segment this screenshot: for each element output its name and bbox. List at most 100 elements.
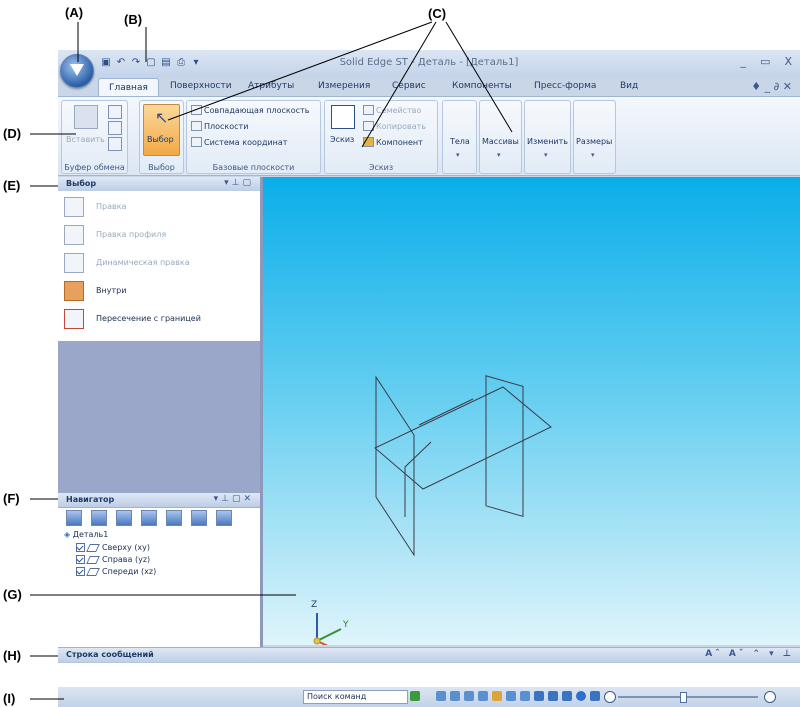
select-tools-list: Правка Правка профиля Динамическая правк… [58,191,260,341]
group-label-sketch: Эскиз [368,163,394,172]
panel-controls[interactable]: ▾⊥▢✕ [214,494,254,504]
plane-xz [485,375,524,518]
tab-components[interactable]: Компоненты [452,81,512,91]
zoom-in-icon[interactable] [764,691,776,703]
component-button[interactable]: Компонент [376,138,423,147]
ribbon-tabs: Главная Поверхности Атрибуты Измерения С… [58,78,800,97]
tab-view[interactable]: Вид [620,81,638,91]
view-orient-icon[interactable] [520,691,530,701]
wireframe-icon[interactable] [562,691,572,701]
copy-icon[interactable] [108,121,122,135]
callout-g: (G) [3,587,22,602]
tree-icon[interactable] [66,510,82,526]
properties-icon[interactable] [216,510,232,526]
fit-icon[interactable] [464,691,474,701]
layers-icon[interactable] [116,510,132,526]
rotate-icon[interactable] [492,691,502,701]
minimize-button[interactable]: _ [741,55,747,68]
sketch-button[interactable]: Эскиз [330,135,354,144]
tree-item-top-plane[interactable]: Сверху (xy) [76,543,150,552]
group-label-clipboard: Буфер обмена [64,163,125,172]
copy-sketch-button[interactable]: Копировать [376,122,426,131]
paste-button[interactable]: Вставить [66,135,105,144]
select-item-profile-edit[interactable]: Правка профиля [64,225,254,247]
zoom-slider[interactable] [618,692,758,703]
sketch-icon[interactable] [331,105,355,129]
coincident-plane-icon [191,105,202,115]
family-button[interactable]: Семейство [376,106,421,115]
panel-controls[interactable]: ▾⊥▢ [224,178,254,188]
coordinate-triad [313,613,342,645]
y-axis-icon [316,628,342,642]
close-button[interactable]: X [784,55,792,68]
dropdown-patterns[interactable]: Массивы ▾ [479,100,522,174]
callout-a: (A) [65,5,84,20]
graphics-window[interactable]: Z Y [263,177,800,645]
select-panel-title: Выбор [66,179,97,188]
tree-item-right-plane[interactable]: Справа (yz) [76,555,150,564]
cut-icon[interactable] [108,105,122,119]
chevron-down-icon: ▾ [456,151,460,159]
tab-home[interactable]: Главная [98,78,159,97]
triad-z-label: Z [311,600,317,610]
select-tools-panel: Выбор ▾⊥▢ Правка Правка профиля Динамиче… [58,177,263,493]
message-bar-controls[interactable]: Aˆ Aˇ ⌃ ▾ ⊥ [705,649,794,659]
viewport-canvas: Z Y [311,375,552,645]
checkbox-icon[interactable] [76,543,85,552]
format-painter-icon[interactable] [108,137,122,151]
library-icon[interactable] [141,510,157,526]
callout-e: (E) [3,178,21,193]
tab-tools[interactable]: Сервис [392,81,426,91]
part-icon: ◈ [64,530,71,539]
message-bar-title: Строка сообщений [66,650,154,659]
select-item-inside[interactable]: Внутри [64,281,254,303]
command-search-input[interactable]: Поиск команд [303,690,408,704]
sensors-icon[interactable] [191,510,207,526]
tree-root[interactable]: ◈ Деталь1 [64,530,108,539]
tab-surfaces[interactable]: Поверхности [170,81,232,91]
status-bar: Поиск команд [58,687,800,707]
paste-icon[interactable] [74,105,98,129]
tab-attributes[interactable]: Атрибуты [248,81,294,91]
features-icon[interactable] [91,510,107,526]
tab-mold[interactable]: Пресс-форма [534,81,596,91]
planes-button[interactable]: Плоскости [204,122,248,131]
window-controls: _ ▭ X [741,55,792,68]
select-item-dynamic-edit[interactable]: Динамическая правка [64,253,254,275]
spin-icon[interactable] [506,691,516,701]
select-item-label: Правка профиля [96,230,167,239]
zoom-icon[interactable] [450,691,460,701]
chevron-down-icon: ▾ [497,151,501,159]
visible-edges-icon[interactable] [548,691,558,701]
plane-edge [404,441,432,517]
checkbox-icon[interactable] [76,555,85,564]
chevron-down-icon: ▾ [591,151,595,159]
select-item-edit[interactable]: Правка [64,197,254,219]
dropdown-modify[interactable]: Изменить ▾ [524,100,571,174]
application-button[interactable] [60,54,94,88]
select-item-label: Правка [96,202,127,211]
coordinate-system-button[interactable]: Система координат [204,138,287,147]
zoom-slider-thumb[interactable] [680,692,687,703]
checkbox-icon[interactable] [76,567,85,576]
select-button[interactable]: ↖ Выбор [143,104,180,156]
go-icon[interactable] [410,691,420,701]
coincident-plane-button[interactable]: Совпадающая плоскость [204,106,309,115]
view-style-icon[interactable] [590,691,600,701]
ribbon-window-controls[interactable]: ♦ _ ∂ ✕ [751,80,792,93]
sphere-icon[interactable] [576,691,586,701]
tab-measure[interactable]: Измерения [318,81,370,91]
tree-item-front-plane[interactable]: Спереди (xz) [76,567,156,576]
dropdown-dimensions[interactable]: Размеры ▾ [573,100,616,174]
select-item-overlap[interactable]: Пересечение с границей [64,309,254,331]
maximize-button[interactable]: ▭ [760,55,770,68]
triad-y-label: Y [342,620,349,630]
callout-h: (H) [3,648,22,663]
planes-icon [191,121,202,131]
zoom-area-icon[interactable] [436,691,446,701]
pan-icon[interactable] [478,691,488,701]
shaded-icon[interactable] [534,691,544,701]
dropdown-bodies[interactable]: Тела ▾ [442,100,477,174]
family-table-icon[interactable] [166,510,182,526]
zoom-out-icon[interactable] [604,691,616,703]
